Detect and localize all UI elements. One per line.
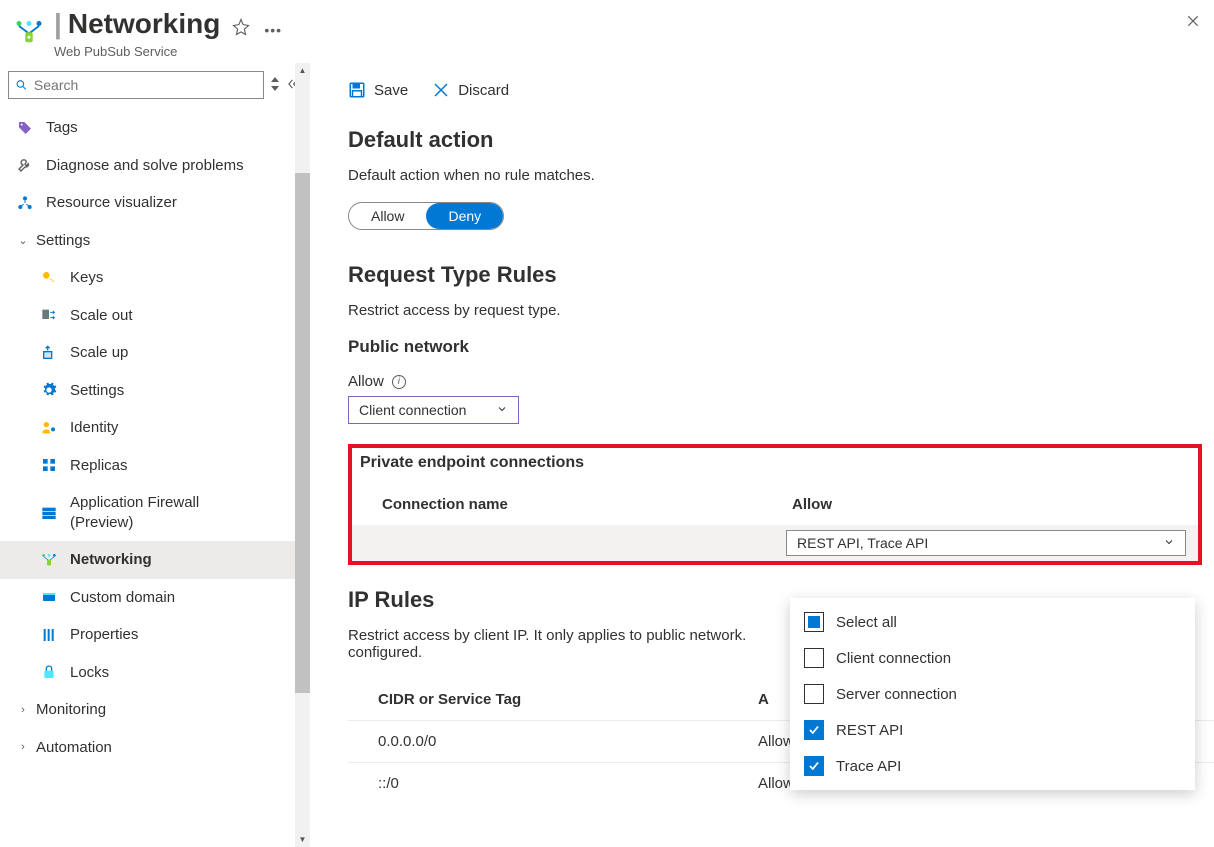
scroll-down-arrow-icon[interactable]: ▼ (295, 832, 310, 847)
page-header: |Networking ••• Web PubSub Service (0, 0, 1214, 63)
info-icon[interactable]: i (392, 375, 406, 389)
private-endpoint-allow-select[interactable]: REST API, Trace API (786, 530, 1186, 556)
checkbox-checked-icon[interactable] (804, 720, 824, 740)
col-allow: Allow (792, 496, 1198, 513)
sidebar-item-settings[interactable]: Settings (0, 372, 310, 410)
search-input[interactable] (34, 77, 257, 93)
discard-button[interactable]: Discard (432, 81, 509, 99)
sidebar-item-replicas[interactable]: Replicas (0, 447, 310, 485)
chevron-down-icon (496, 402, 508, 418)
sidebar: Tags Diagnose and solve problems Resourc… (0, 63, 310, 847)
more-icon[interactable]: ••• (264, 22, 282, 38)
scale-up-icon (40, 344, 58, 362)
request-type-heading: Request Type Rules (348, 262, 1214, 288)
col-cidr: CIDR or Service Tag (378, 691, 758, 708)
sidebar-item-locks[interactable]: Locks (0, 654, 310, 692)
key-icon (40, 269, 58, 287)
default-action-toggle[interactable]: Allow Deny (348, 202, 504, 230)
lock-icon (40, 663, 58, 681)
dd-rest-api[interactable]: REST API (790, 712, 1195, 748)
sidebar-group-automation[interactable]: › Automation (0, 729, 310, 767)
tag-icon (16, 119, 34, 137)
chevron-down-icon: ⌄ (16, 234, 30, 247)
wrench-icon (16, 156, 34, 174)
default-action-heading: Default action (348, 127, 1214, 153)
chevron-down-icon (1163, 535, 1175, 551)
networking-icon (40, 551, 58, 569)
replicas-icon (40, 456, 58, 474)
favorite-star-icon[interactable] (232, 18, 250, 39)
sidebar-item-diagnose[interactable]: Diagnose and solve problems (0, 147, 310, 185)
sidebar-scrollbar[interactable]: ▲ ▼ (295, 63, 310, 847)
dd-server-connection[interactable]: Server connection (790, 676, 1195, 712)
chevron-right-icon: › (16, 704, 30, 716)
allow-dropdown-menu: Select all Client connection Server conn… (790, 598, 1195, 790)
sidebar-group-monitoring[interactable]: › Monitoring (0, 691, 310, 729)
visualizer-icon (16, 194, 34, 212)
sidebar-item-keys[interactable]: Keys (0, 259, 310, 297)
checkbox-unchecked-icon[interactable] (804, 648, 824, 668)
sidebar-item-properties[interactable]: Properties (0, 616, 310, 654)
dd-select-all[interactable]: Select all (790, 604, 1195, 640)
toggle-deny[interactable]: Deny (426, 203, 503, 229)
checkbox-checked-icon[interactable] (804, 756, 824, 776)
sidebar-item-scale-up[interactable]: Scale up (0, 334, 310, 372)
sidebar-item-tags[interactable]: Tags (0, 109, 310, 147)
identity-icon (40, 419, 58, 437)
domain-icon (40, 588, 58, 606)
public-network-allow-select[interactable]: Client connection (348, 396, 519, 424)
service-icon (14, 16, 44, 46)
sidebar-item-networking[interactable]: Networking (0, 541, 310, 579)
gear-icon (40, 381, 58, 399)
sidebar-item-scale-out[interactable]: Scale out (0, 297, 310, 335)
sidebar-item-identity[interactable]: Identity (0, 409, 310, 447)
ip-rules-desc-b: configured. (348, 644, 422, 661)
sidebar-item-resource-visualizer[interactable]: Resource visualizer (0, 184, 310, 222)
private-endpoint-heading: Private endpoint connections (352, 450, 1198, 484)
private-endpoint-row: REST API, Trace API (352, 525, 1198, 561)
allow-label: Allow (348, 373, 384, 390)
properties-icon (40, 626, 58, 644)
scroll-up-arrow-icon[interactable]: ▲ (295, 63, 310, 78)
save-button[interactable]: Save (348, 81, 408, 99)
sidebar-item-custom-domain[interactable]: Custom domain (0, 579, 310, 617)
sidebar-group-settings[interactable]: ⌄ Settings (0, 222, 310, 260)
public-network-heading: Public network (348, 337, 1214, 357)
updown-icon[interactable] (270, 77, 280, 94)
page-title: Networking (68, 8, 220, 39)
checkbox-unchecked-icon[interactable] (804, 684, 824, 704)
toggle-allow[interactable]: Allow (349, 203, 426, 229)
ip-rules-desc-a: Restrict access by client IP. It only ap… (348, 627, 746, 644)
scroll-thumb[interactable] (295, 173, 310, 693)
highlighted-section: Private endpoint connections Connection … (348, 444, 1202, 565)
service-type-label: Web PubSub Service (54, 44, 282, 59)
search-input-box[interactable] (8, 71, 264, 99)
request-type-desc: Restrict access by request type. (348, 302, 1214, 319)
close-icon[interactable] (1186, 14, 1200, 33)
scale-out-icon (40, 306, 58, 324)
dd-client-connection[interactable]: Client connection (790, 640, 1195, 676)
sidebar-item-app-firewall[interactable]: Application Firewall (Preview) (0, 484, 310, 541)
checkbox-indeterminate-icon[interactable] (804, 612, 824, 632)
default-action-desc: Default action when no rule matches. (348, 167, 1214, 184)
chevron-right-icon: › (16, 741, 30, 753)
dd-trace-api[interactable]: Trace API (790, 748, 1195, 784)
firewall-icon (40, 504, 58, 522)
col-connection-name: Connection name (382, 496, 792, 513)
